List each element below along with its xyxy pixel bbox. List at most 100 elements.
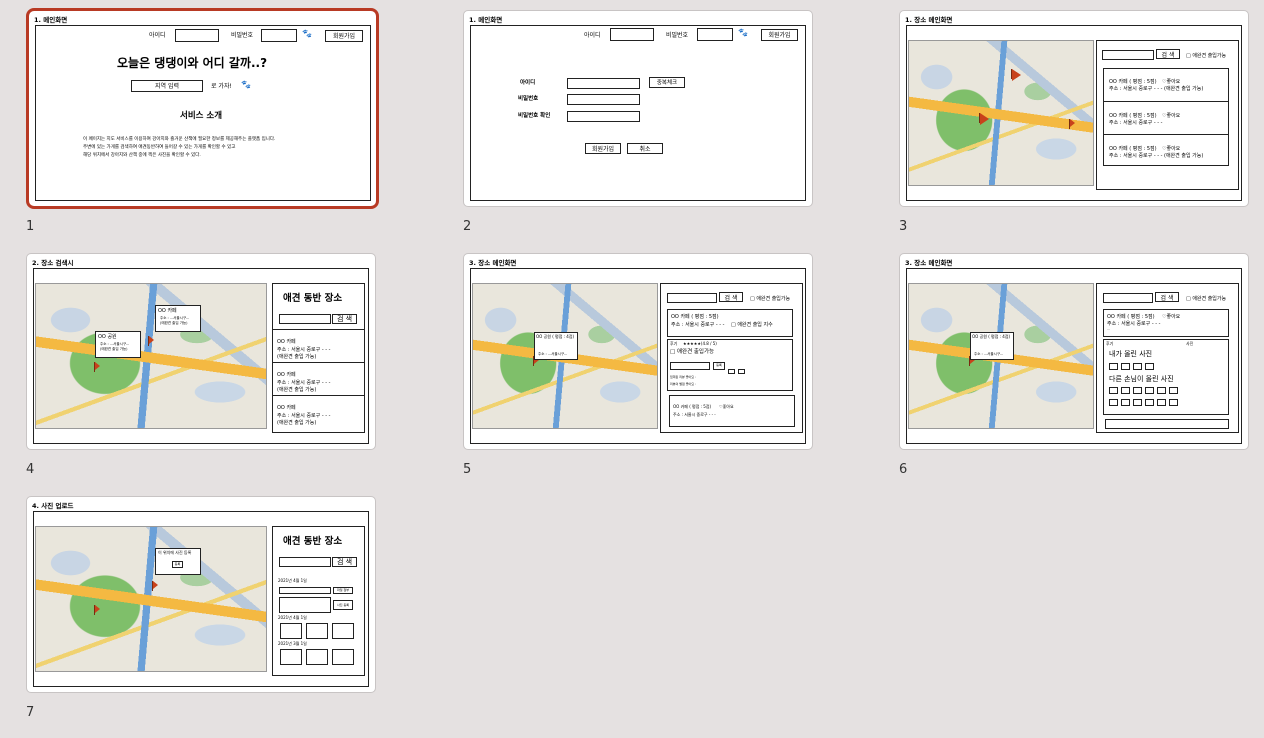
list-item-name: OO 카페 ( 평점 : 5점) <box>671 314 719 320</box>
pw-input[interactable] <box>261 29 297 42</box>
slide-thumbnail-6[interactable]: 3. 장소 메인화면 OO 공원 ( 평점 : 4점) 주소 : ...서울시구… <box>899 253 1249 450</box>
review-row: 리뷰의 별점 좋아요 : <box>670 382 696 386</box>
id-input[interactable] <box>175 29 219 42</box>
photo-thumb[interactable] <box>1169 399 1178 406</box>
photo-thumb[interactable] <box>1145 387 1154 394</box>
photo-thumb[interactable] <box>306 649 328 665</box>
like-button[interactable]: ♡좋아요 <box>1162 79 1180 85</box>
photo-thumb[interactable] <box>306 623 328 639</box>
list-item-name[interactable]: OO 카페 <box>277 405 296 411</box>
headline: 오늘은 댕댕이와 어디 갈까..? <box>117 56 268 70</box>
photo-thumb[interactable] <box>1145 399 1154 406</box>
photo-thumb[interactable] <box>1157 399 1166 406</box>
photo-thumb[interactable] <box>1121 363 1130 370</box>
slide-thumbnail-4[interactable]: 2. 장소 검색시 OO 카페 주소 : ...서울시구... (애완견 출입 … <box>26 253 376 450</box>
form-pw2-input[interactable] <box>567 111 640 122</box>
search-input[interactable] <box>279 557 331 567</box>
list-item-name[interactable]: OO 카페 ( 평점 : 5점) <box>1109 79 1157 85</box>
map-view[interactable] <box>35 283 267 429</box>
signup-button[interactable]: 회원가입 <box>325 30 363 42</box>
popup-title: OO 카페 <box>158 308 177 314</box>
list-item-name[interactable]: OO 카페 ( 평점 : 5점) <box>1109 113 1157 119</box>
review-submit-button[interactable]: 등록 <box>713 362 725 370</box>
review-row: 입력된 리뷰 좋아요 : <box>670 375 696 379</box>
form-pw-input[interactable] <box>567 94 640 105</box>
search-input[interactable] <box>667 293 717 303</box>
photo-thumb[interactable] <box>1121 399 1130 406</box>
region-input[interactable]: 지역 입력 <box>131 80 203 92</box>
map-marker-icon <box>153 581 158 589</box>
submit-button[interactable]: 회원가입 <box>585 143 621 154</box>
photo-thumb[interactable] <box>1121 387 1130 394</box>
map-view[interactable] <box>35 526 267 672</box>
photo-thumb[interactable] <box>280 649 302 665</box>
like-button[interactable]: ♡좋아요 <box>1162 146 1180 152</box>
dup-check-button[interactable]: 중복체크 <box>649 77 685 88</box>
map-marker-icon <box>980 113 989 125</box>
photo-thumb[interactable] <box>1169 387 1178 394</box>
search-button[interactable]: 검 색 <box>1155 292 1179 302</box>
result-item[interactable] <box>1105 419 1229 429</box>
search-button[interactable]: 검 색 <box>332 314 357 324</box>
pw-input[interactable] <box>697 28 733 41</box>
photo-thumb[interactable] <box>1145 363 1154 370</box>
photo-thumb[interactable] <box>1109 363 1118 370</box>
search-input[interactable] <box>279 314 331 324</box>
list-item-name[interactable]: OO 카페 ( 평점 : 5점) <box>1109 146 1157 152</box>
list-item-note: (애완견 출입 가능) <box>277 387 317 393</box>
photo-thumb[interactable] <box>1157 387 1166 394</box>
my-photos-title: 내가 올린 사진 <box>1109 350 1153 358</box>
slide-thumbnail-3[interactable]: 1. 장소 메인화면 검 색 □ 애완견 출입가능 OO 카페 ( 평점 : 5… <box>899 10 1249 207</box>
file-attach-button[interactable]: 파일 첨부 <box>333 587 353 594</box>
search-input[interactable] <box>1102 50 1154 60</box>
form-id-input[interactable] <box>567 78 640 89</box>
map-view[interactable] <box>908 40 1094 186</box>
like-button[interactable]: ♡좋아요 <box>719 404 734 410</box>
photo-thumb[interactable] <box>1133 387 1142 394</box>
popup-register-button[interactable]: 등록 <box>172 561 183 568</box>
slide-thumbnail-7[interactable]: 4. 사진 업로드 이 위치에 사진 등록 등록 애견 동반 장소 검 색 20… <box>26 496 376 693</box>
photo-thumb[interactable] <box>332 623 354 639</box>
list-item-address: 주소 : 서울시 중로구 - - - <box>1109 86 1163 92</box>
photo-thumb[interactable] <box>1109 399 1118 406</box>
search-button[interactable]: 검 색 <box>332 557 357 567</box>
list-item-note: (애완견 출입 가능) <box>1164 86 1204 92</box>
result-item[interactable] <box>669 395 795 427</box>
about-line: 주변에 있는 가게를 검색하여 애견동반하여 들어갈 수 있는 가게를 확인할 … <box>83 145 236 150</box>
slide-thumbnail-2[interactable]: 1. 메인화면 아이디 비밀번호 🐾 회원가입 아이디 중복체크 비밀번호 비밀… <box>463 10 813 207</box>
cancel-button[interactable]: 취소 <box>627 143 663 154</box>
photo-thumb[interactable] <box>280 623 302 639</box>
photo-thumb[interactable] <box>332 649 354 665</box>
pet-filter-checkbox[interactable]: □ 애완견 출입가능 <box>1186 296 1226 302</box>
list-item-name[interactable]: OO 카페 <box>277 372 296 378</box>
map-marker-icon <box>95 605 100 613</box>
slide-number: 7 <box>26 705 35 720</box>
pet-checkbox[interactable]: □ 애완견 출입가능 <box>670 349 714 356</box>
file-input[interactable] <box>279 587 331 594</box>
pet-filter-checkbox[interactable]: □ 애완견 출입가능 <box>1186 53 1226 59</box>
id-label: 아이디 <box>149 32 166 39</box>
photo-thumb[interactable] <box>1133 363 1142 370</box>
id-input[interactable] <box>610 28 654 41</box>
search-button[interactable]: 검 색 <box>719 292 743 302</box>
review-input[interactable] <box>670 362 710 370</box>
small-button[interactable] <box>738 369 745 374</box>
search-input[interactable] <box>1103 293 1153 303</box>
like-button[interactable]: ♡좋아요 <box>1162 113 1180 119</box>
list-item-name[interactable]: OO 카페 <box>277 339 296 345</box>
search-button[interactable]: 검 색 <box>1156 49 1180 59</box>
photo-thumb[interactable] <box>1133 399 1142 406</box>
photo-register-button[interactable]: 사진 등록 <box>333 600 353 610</box>
slide-thumbnail-1[interactable]: 1. 메인화면 아이디 비밀번호 🐾 회원가입 오늘은 댕댕이와 어디 갈까..… <box>26 8 379 209</box>
small-button[interactable] <box>728 369 735 374</box>
signup-button[interactable]: 회원가입 <box>761 29 798 41</box>
photo-thumb[interactable] <box>1109 387 1118 394</box>
slide-number: 6 <box>899 462 908 477</box>
paw-icon: 🐾 <box>241 80 251 89</box>
pet-index-checkbox[interactable]: □ 애완견 출입 지수 <box>731 322 773 328</box>
like-button[interactable]: ♡좋아요 <box>1162 314 1180 320</box>
popup-note: (애완견 출입 가능) <box>100 347 128 351</box>
pet-filter-checkbox[interactable]: □ 애완견 출입가능 <box>750 296 790 302</box>
slide-thumbnail-5[interactable]: 3. 장소 메인화면 OO 공원 ( 평점 : 4점) 주소 : ...서울시구… <box>463 253 813 450</box>
photo-label: 사진 <box>1186 341 1194 346</box>
